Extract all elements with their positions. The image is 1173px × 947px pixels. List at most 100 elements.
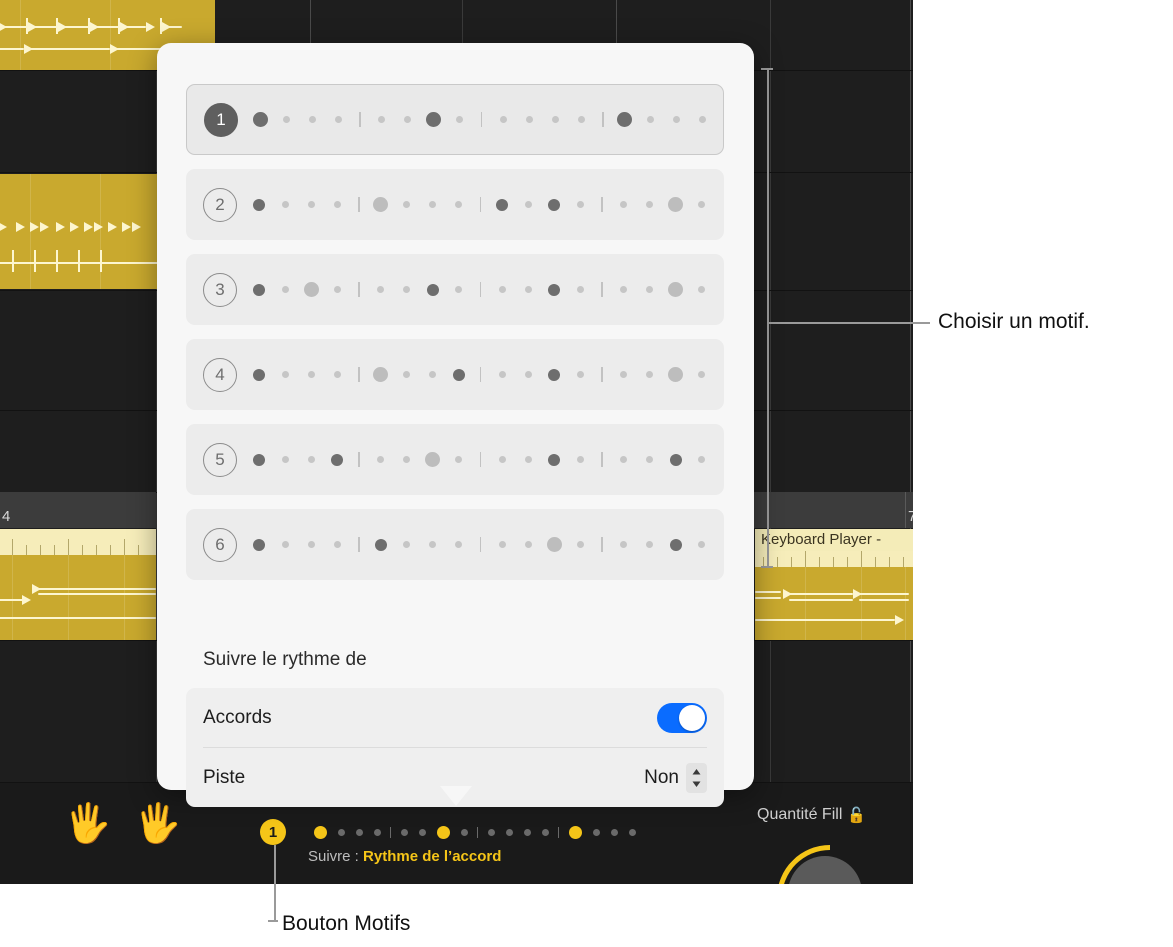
track-stepper[interactable]: Non (644, 762, 707, 793)
pattern-step-dot[interactable] (281, 541, 289, 548)
pattern-step-dot[interactable] (576, 541, 584, 548)
mini-step-dot[interactable] (337, 828, 345, 836)
pattern-step-dot[interactable] (620, 201, 627, 208)
pattern-step-dot[interactable] (576, 456, 584, 463)
pattern-step-dot[interactable] (646, 371, 653, 378)
pattern-step-dot[interactable] (281, 201, 289, 208)
pattern-step-dot[interactable] (307, 541, 315, 548)
pattern-step-dot[interactable] (403, 286, 410, 293)
pattern-step-dot[interactable] (498, 541, 506, 548)
mini-step-dot[interactable] (313, 825, 327, 839)
pattern-step-dot[interactable] (669, 538, 682, 551)
pattern-step-dot[interactable] (668, 367, 683, 382)
pattern-step-dot[interactable] (620, 541, 627, 548)
pattern-row-6[interactable]: 6 (186, 509, 724, 580)
pattern-step-dot[interactable] (429, 541, 436, 548)
pattern-step-dot[interactable] (253, 198, 265, 211)
pattern-step-dot[interactable] (455, 286, 462, 293)
pattern-step-dot[interactable] (698, 371, 705, 378)
pattern-step-dot[interactable] (253, 453, 265, 466)
pattern-step-dot[interactable] (455, 541, 462, 548)
pattern-step-dot[interactable] (647, 116, 654, 123)
mini-step-dot[interactable] (460, 828, 468, 836)
pattern-step-dot[interactable] (403, 541, 410, 548)
pattern-step-dot[interactable] (281, 286, 289, 293)
pattern-row-2[interactable]: 2 (186, 169, 724, 240)
pattern-step-dot[interactable] (282, 116, 290, 123)
pattern-step-dot[interactable] (377, 456, 384, 463)
pattern-step-dot[interactable] (307, 371, 315, 378)
pattern-step-dot[interactable] (698, 286, 705, 293)
pattern-step-dot[interactable] (699, 116, 706, 123)
midi-region-track5-left[interactable] (0, 529, 156, 640)
pattern-step-dot[interactable] (548, 283, 560, 296)
pattern-step-dot[interactable] (546, 537, 562, 552)
pattern-step-dot[interactable] (333, 286, 341, 293)
mini-step-dot[interactable] (487, 828, 495, 836)
mini-step-strip[interactable] (308, 819, 641, 845)
pattern-step-dot[interactable] (668, 282, 683, 297)
pattern-step-dot[interactable] (548, 368, 560, 381)
pattern-row-5[interactable]: 5 (186, 424, 724, 495)
pattern-step-dot[interactable] (303, 282, 319, 297)
pattern-step-dot[interactable] (525, 116, 533, 123)
pattern-step-dot[interactable] (308, 116, 316, 123)
pattern-step-dot[interactable] (307, 201, 315, 208)
mini-step-dot[interactable] (418, 828, 426, 836)
mini-step-dot[interactable] (541, 828, 549, 836)
pattern-step-dot[interactable] (620, 371, 627, 378)
pattern-step-dot[interactable] (403, 371, 410, 378)
pattern-step-dot[interactable] (646, 541, 653, 548)
pattern-row-4[interactable]: 4 (186, 339, 724, 410)
pattern-step-dot[interactable] (373, 197, 388, 212)
mini-step-dot[interactable] (592, 828, 600, 836)
pattern-step-dot[interactable] (620, 286, 627, 293)
mini-step-dot[interactable] (523, 828, 531, 836)
midi-region-track5-right[interactable]: Keyboard Player - (755, 529, 913, 640)
pattern-step-dot[interactable] (673, 116, 680, 123)
pattern-step-dot[interactable] (576, 286, 584, 293)
mini-step-dot[interactable] (436, 825, 450, 839)
pattern-step-dot[interactable] (646, 201, 653, 208)
pattern-step-dot[interactable] (252, 112, 268, 127)
pattern-step-dot[interactable] (452, 368, 465, 381)
mini-step-dot[interactable] (610, 828, 618, 836)
pattern-step-dot[interactable] (524, 371, 532, 378)
pattern-step-dot[interactable] (429, 371, 436, 378)
pattern-step-dot[interactable] (524, 541, 532, 548)
pattern-step-dot[interactable] (253, 368, 265, 381)
pattern-step-dot[interactable] (281, 371, 289, 378)
pattern-step-dot[interactable] (333, 541, 341, 548)
pattern-step-dot[interactable] (426, 283, 439, 296)
mini-step-dot[interactable] (628, 828, 636, 836)
pattern-step-dot[interactable] (496, 198, 508, 211)
chevron-updown-icon[interactable] (686, 762, 707, 793)
pattern-step-dot[interactable] (374, 538, 387, 551)
pattern-step-dot[interactable] (576, 371, 584, 378)
pattern-step-dot[interactable] (331, 453, 343, 466)
pattern-step-dot[interactable] (577, 116, 585, 123)
pattern-step-dot[interactable] (698, 201, 705, 208)
pattern-step-dot[interactable] (334, 116, 342, 123)
pattern-step-dot[interactable] (429, 201, 436, 208)
pattern-step-dot[interactable] (425, 452, 440, 467)
pattern-step-dot[interactable] (669, 453, 682, 466)
follow-status[interactable]: Suivre : Rythme de l’accord (308, 848, 501, 865)
mini-step-dot[interactable] (505, 828, 513, 836)
pattern-step-dot[interactable] (253, 283, 265, 296)
pattern-step-dot[interactable] (620, 456, 627, 463)
unlock-icon[interactable]: 🔓 (847, 806, 866, 824)
pattern-step-dot[interactable] (404, 116, 411, 123)
pattern-step-dot[interactable] (456, 116, 463, 123)
mini-step-dot[interactable] (568, 825, 582, 839)
mini-step-dot[interactable] (355, 828, 363, 836)
pattern-step-dot[interactable] (307, 456, 315, 463)
midi-region-track3[interactable] (0, 174, 160, 289)
pattern-step-dot[interactable] (455, 456, 462, 463)
pattern-step-dot[interactable] (498, 371, 506, 378)
pattern-step-dot[interactable] (551, 116, 559, 123)
pattern-step-dot[interactable] (333, 371, 341, 378)
pattern-step-dot[interactable] (333, 201, 341, 208)
pattern-row-1[interactable]: 1 (186, 84, 724, 155)
pattern-step-dot[interactable] (498, 456, 506, 463)
